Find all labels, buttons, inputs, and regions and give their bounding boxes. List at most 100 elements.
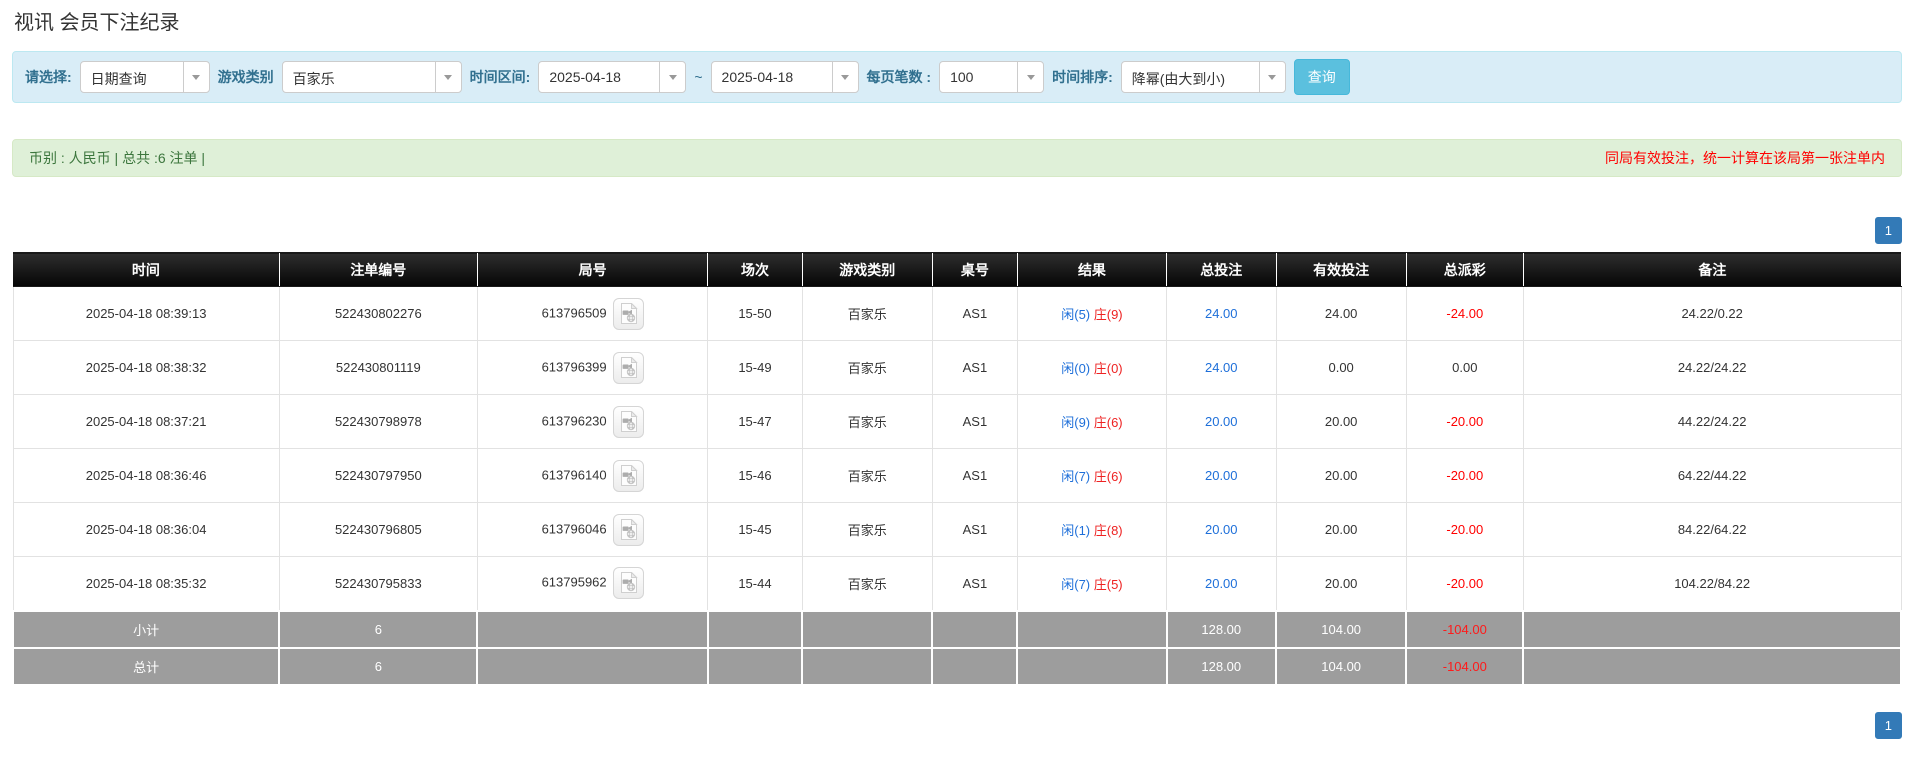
game-type-value: 百家乐 (283, 62, 435, 92)
cell-session: 15-47 (708, 395, 802, 449)
total-bet-link[interactable]: 24.00 (1205, 360, 1238, 375)
chevron-down-icon (435, 62, 461, 92)
bet-records-table: 时间 注单编号 局号 场次 游戏类别 桌号 结果 总投注 有效投注 总派彩 备注… (12, 252, 1902, 686)
header-game-type: 游戏类别 (802, 253, 932, 287)
cell-empty (708, 648, 802, 685)
cell-valid-bet: 24.00 (1276, 287, 1406, 341)
video-replay-button[interactable] (613, 514, 644, 546)
total-bet-link[interactable]: 20.00 (1205, 522, 1238, 537)
video-replay-button[interactable] (613, 567, 644, 599)
per-page-label: 每页笔数 : (867, 67, 932, 87)
table-row: 2025-04-18 08:38:32 522430801119 6137963… (13, 341, 1901, 395)
cell-payout: -24.00 (1406, 287, 1523, 341)
cell-bet-id: 522430797950 (279, 449, 477, 503)
cell-empty (932, 648, 1017, 685)
result-player: 闲(5) (1061, 307, 1090, 322)
cell-result: 闲(7) 庄(5) (1017, 557, 1166, 611)
total-bet-link[interactable]: 24.00 (1205, 306, 1238, 321)
query-type-select[interactable]: 日期查询 (80, 61, 210, 93)
header-payout: 总派彩 (1406, 253, 1523, 287)
summary-bar: 币别 : 人民币 | 总共 :6 注单 | 同局有效投注，统一计算在该局第一张注… (12, 139, 1902, 177)
time-range-label: 时间区间: (470, 67, 531, 87)
date-to-value: 2025-04-18 (712, 62, 832, 92)
total-bet-link[interactable]: 20.00 (1205, 468, 1238, 483)
header-total-bet: 总投注 (1167, 253, 1277, 287)
total-count: 6 (279, 648, 477, 685)
time-sort-label: 时间排序: (1052, 67, 1113, 87)
cell-remark: 104.22/84.22 (1523, 557, 1901, 611)
cell-payout: -20.00 (1406, 557, 1523, 611)
chevron-down-icon (183, 62, 209, 92)
table-row: 2025-04-18 08:36:46 522430797950 6137961… (13, 449, 1901, 503)
round-id-text: 613796509 (542, 305, 607, 320)
chevron-down-icon (832, 62, 858, 92)
total-bet-link[interactable]: 20.00 (1205, 576, 1238, 591)
cell-valid-bet: 20.00 (1276, 449, 1406, 503)
page-1-button[interactable]: 1 (1875, 712, 1902, 739)
total-bet-link[interactable]: 20.00 (1205, 414, 1238, 429)
cell-total-bet: 20.00 (1167, 503, 1277, 557)
time-sort-select[interactable]: 降幂(由大到小) (1121, 61, 1286, 93)
game-type-label: 游戏类别 (218, 67, 274, 87)
per-page-value: 100 (940, 62, 1017, 92)
cell-bet-id: 522430801119 (279, 341, 477, 395)
result-player: 闲(7) (1061, 577, 1090, 592)
header-valid-bet: 有效投注 (1276, 253, 1406, 287)
cell-game-type: 百家乐 (802, 503, 932, 557)
date-from-select[interactable]: 2025-04-18 (538, 61, 686, 93)
result-banker: 庄(0) (1094, 361, 1123, 376)
cell-round-id: 613796230 (477, 395, 707, 449)
cell-valid-bet: 20.00 (1276, 557, 1406, 611)
cell-empty (932, 611, 1017, 648)
pagination-top: 1 (12, 217, 1902, 244)
video-replay-button[interactable] (613, 352, 644, 384)
search-button[interactable]: 查询 (1294, 59, 1350, 95)
table-row: 2025-04-18 08:37:21 522430798978 6137962… (13, 395, 1901, 449)
total-valid-bet: 104.00 (1276, 648, 1406, 685)
total-row: 总计 6 128.00 104.00 -104.00 (13, 648, 1901, 685)
cell-session: 15-44 (708, 557, 802, 611)
cell-valid-bet: 0.00 (1276, 341, 1406, 395)
cell-session: 15-49 (708, 341, 802, 395)
video-file-icon (619, 528, 638, 543)
result-banker: 庄(8) (1094, 523, 1123, 538)
cell-result: 闲(9) 庄(6) (1017, 395, 1166, 449)
cell-table-no: AS1 (932, 557, 1017, 611)
cell-bet-id: 522430796805 (279, 503, 477, 557)
cell-time: 2025-04-18 08:36:04 (13, 503, 279, 557)
header-bet-id: 注单编号 (279, 253, 477, 287)
round-id-text: 613796230 (542, 413, 607, 428)
cell-table-no: AS1 (932, 503, 1017, 557)
header-session: 场次 (708, 253, 802, 287)
cell-total-bet: 24.00 (1167, 287, 1277, 341)
chevron-down-icon (1259, 62, 1285, 92)
header-remark: 备注 (1523, 253, 1901, 287)
subtotal-count: 6 (279, 611, 477, 648)
video-replay-button[interactable] (613, 406, 644, 438)
date-from-value: 2025-04-18 (539, 62, 659, 92)
cell-time: 2025-04-18 08:38:32 (13, 341, 279, 395)
cell-time: 2025-04-18 08:37:21 (13, 395, 279, 449)
game-type-select[interactable]: 百家乐 (282, 61, 462, 93)
select-type-label: 请选择: (25, 67, 72, 87)
table-row: 2025-04-18 08:35:32 522430795833 6137959… (13, 557, 1901, 611)
cell-remark: 84.22/64.22 (1523, 503, 1901, 557)
date-to-select[interactable]: 2025-04-18 (711, 61, 859, 93)
cell-result: 闲(7) 庄(6) (1017, 449, 1166, 503)
video-replay-button[interactable] (613, 298, 644, 330)
footer-payout: -104.00 (1406, 648, 1523, 685)
cell-table-no: AS1 (932, 287, 1017, 341)
cell-time: 2025-04-18 08:36:46 (13, 449, 279, 503)
chevron-down-icon (659, 62, 685, 92)
pagination-bottom: 1 (12, 712, 1902, 739)
cell-game-type: 百家乐 (802, 557, 932, 611)
cell-remark: 24.22/24.22 (1523, 341, 1901, 395)
cell-empty (802, 611, 932, 648)
page-1-button[interactable]: 1 (1875, 217, 1902, 244)
cell-total-bet: 20.00 (1167, 449, 1277, 503)
cell-empty (1017, 648, 1166, 685)
video-replay-button[interactable] (613, 460, 644, 492)
per-page-select[interactable]: 100 (939, 61, 1044, 93)
same-round-notice: 同局有效投注，统一计算在该局第一张注单内 (1605, 148, 1885, 168)
round-id-text: 613796140 (542, 467, 607, 482)
